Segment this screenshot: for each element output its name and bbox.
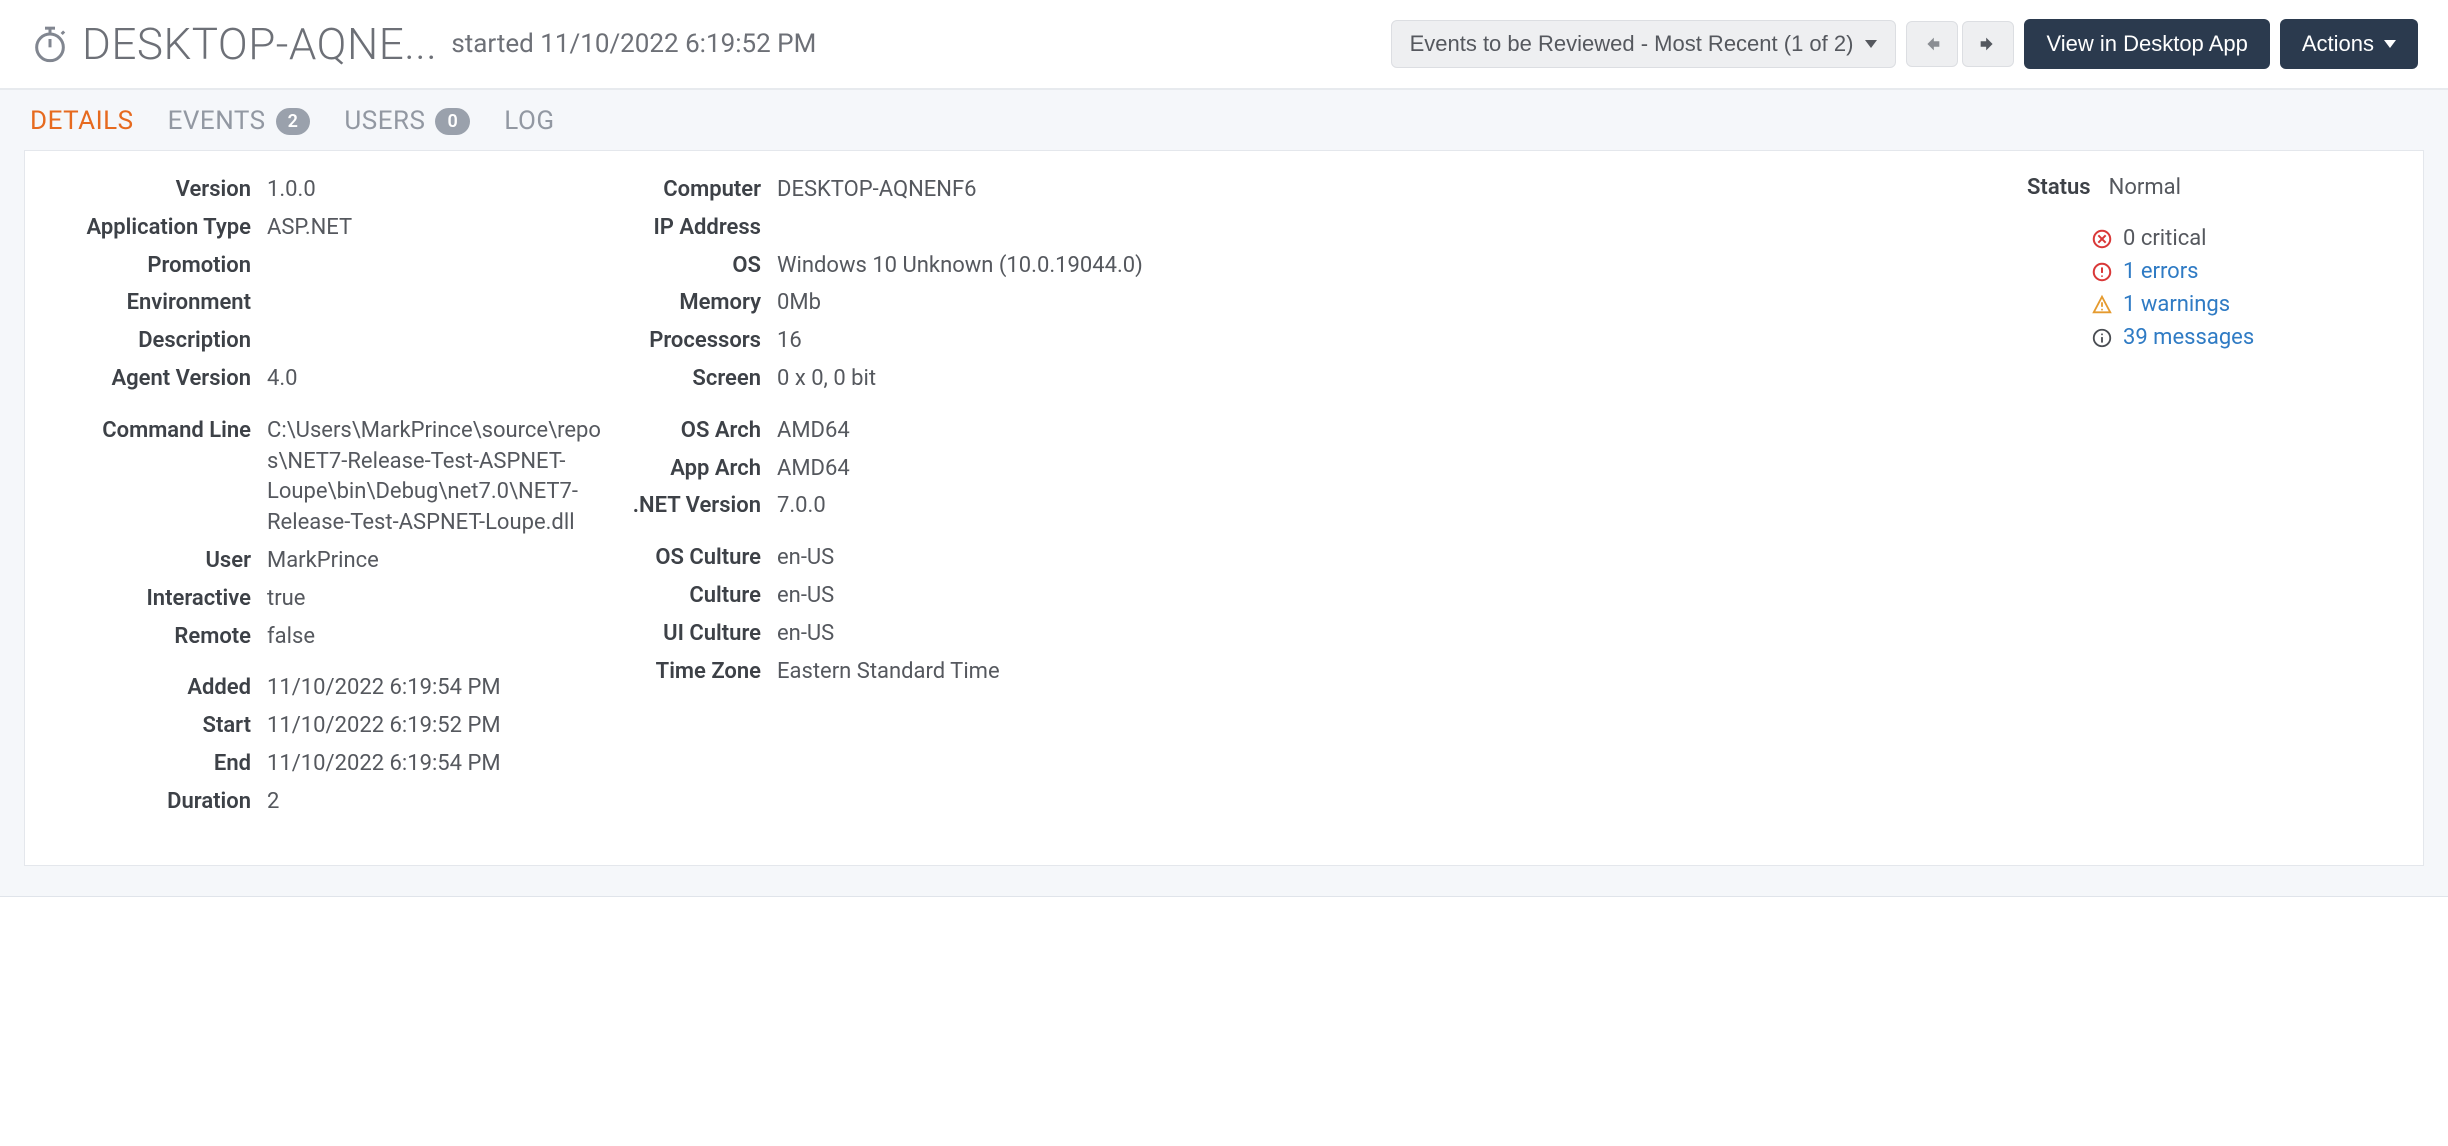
user-value: MarkPrince <box>267 546 601 577</box>
start-value: 11/10/2022 6:19:52 PM <box>267 711 601 742</box>
tab-log[interactable]: LOG <box>504 106 554 136</box>
screen-label: Screen <box>631 364 761 395</box>
interactive-value: true <box>267 584 601 615</box>
stopwatch-icon <box>30 24 70 64</box>
user-label: User <box>61 546 251 577</box>
warnings-count: 1 warnings <box>2123 292 2230 317</box>
netversion-label: .NET Version <box>631 491 761 522</box>
duration-label: Duration <box>61 787 251 818</box>
uiculture-value: en-US <box>777 619 1151 650</box>
screen-value: 0 x 0, 0 bit <box>777 364 1151 395</box>
error-icon <box>2091 261 2113 283</box>
apptype-value: ASP.NET <box>267 213 601 244</box>
osculture-value: en-US <box>777 543 1151 574</box>
apparch-value: AMD64 <box>777 454 1151 485</box>
processors-label: Processors <box>631 326 761 357</box>
remote-label: Remote <box>61 622 251 653</box>
events-filter-dropdown[interactable]: Events to be Reviewed - Most Recent (1 o… <box>1391 20 1897 68</box>
status-warnings[interactable]: 1 warnings <box>2091 292 2367 317</box>
tab-details[interactable]: DETAILS <box>30 106 134 136</box>
osculture-label: OS Culture <box>631 543 761 574</box>
start-label: Start <box>61 711 251 742</box>
culture-label: Culture <box>631 581 761 612</box>
agentversion-value: 4.0 <box>267 364 601 395</box>
processors-value: 16 <box>777 326 1151 357</box>
status-errors[interactable]: 1 errors <box>2091 259 2367 284</box>
critical-icon <box>2091 228 2113 250</box>
apptype-label: Application Type <box>61 213 251 244</box>
environment-label: Environment <box>61 288 251 319</box>
remote-value: false <box>267 622 601 653</box>
agentversion-label: Agent Version <box>61 364 251 395</box>
netversion-value: 7.0.0 <box>777 491 1151 522</box>
caret-down-icon <box>1865 40 1877 48</box>
tab-events-label: EVENTS <box>168 106 266 136</box>
tab-events[interactable]: EVENTS 2 <box>168 106 311 136</box>
version-label: Version <box>61 175 251 206</box>
timezone-value: Eastern Standard Time <box>777 657 1151 688</box>
status-messages[interactable]: 39 messages <box>2091 325 2367 350</box>
ipaddress-value <box>777 213 1151 244</box>
os-label: OS <box>631 251 761 282</box>
page-title: DESKTOP-AQNE... <box>82 18 437 70</box>
added-value: 11/10/2022 6:19:54 PM <box>267 673 601 704</box>
computer-link[interactable]: DESKTOP-AQNENF6 <box>777 175 1151 206</box>
actions-label: Actions <box>2302 31 2374 57</box>
interactive-label: Interactive <box>61 584 251 615</box>
promotion-value <box>267 251 601 282</box>
description-label: Description <box>61 326 251 357</box>
caret-down-icon <box>2384 40 2396 48</box>
end-label: End <box>61 749 251 780</box>
actions-dropdown[interactable]: Actions <box>2280 19 2418 69</box>
critical-count: 0 critical <box>2123 226 2207 251</box>
prev-button[interactable] <box>1906 21 1958 67</box>
added-label: Added <box>61 673 251 704</box>
warning-icon <box>2091 294 2113 316</box>
session-start-subtitle: started 11/10/2022 6:19:52 PM <box>451 29 816 59</box>
memory-label: Memory <box>631 288 761 319</box>
errors-count: 1 errors <box>2123 259 2199 284</box>
tab-users-label: USERS <box>344 106 425 136</box>
version-link[interactable]: 1.0.0 <box>267 175 601 206</box>
osarch-value: AMD64 <box>777 416 1151 447</box>
details-panel: Version 1.0.0 Application Type ASP.NET Pro… <box>24 150 2424 866</box>
end-value: 11/10/2022 6:19:54 PM <box>267 749 601 780</box>
ipaddress-label: IP Address <box>631 213 761 244</box>
tab-users[interactable]: USERS 0 <box>344 106 470 136</box>
commandline-label: Command Line <box>61 416 251 539</box>
os-value: Windows 10 Unknown (10.0.19044.0) <box>777 251 1151 282</box>
culture-value: en-US <box>777 581 1151 612</box>
environment-value <box>267 288 601 319</box>
events-count-badge: 2 <box>276 108 311 135</box>
next-button[interactable] <box>1962 21 2014 67</box>
status-value: Normal <box>2109 175 2181 200</box>
info-icon <box>2091 327 2113 349</box>
duration-value: 2 <box>267 787 601 818</box>
description-value <box>267 326 601 357</box>
uiculture-label: UI Culture <box>631 619 761 650</box>
view-in-desktop-button[interactable]: View in Desktop App <box>2024 19 2269 69</box>
commandline-value: C:\Users\MarkPrince\source\repos\NET7-Re… <box>267 416 601 539</box>
osarch-label: OS Arch <box>631 416 761 447</box>
apparch-label: App Arch <box>631 454 761 485</box>
computer-label: Computer <box>631 175 761 206</box>
messages-count: 39 messages <box>2123 325 2254 350</box>
timezone-label: Time Zone <box>631 657 761 688</box>
promotion-label: Promotion <box>61 251 251 282</box>
status-label: Status <box>2027 175 2091 200</box>
status-critical: 0 critical <box>2091 226 2367 251</box>
dropdown-label: Events to be Reviewed - Most Recent (1 o… <box>1410 31 1854 57</box>
memory-value: 0Mb <box>777 288 1151 319</box>
users-count-badge: 0 <box>435 108 470 135</box>
